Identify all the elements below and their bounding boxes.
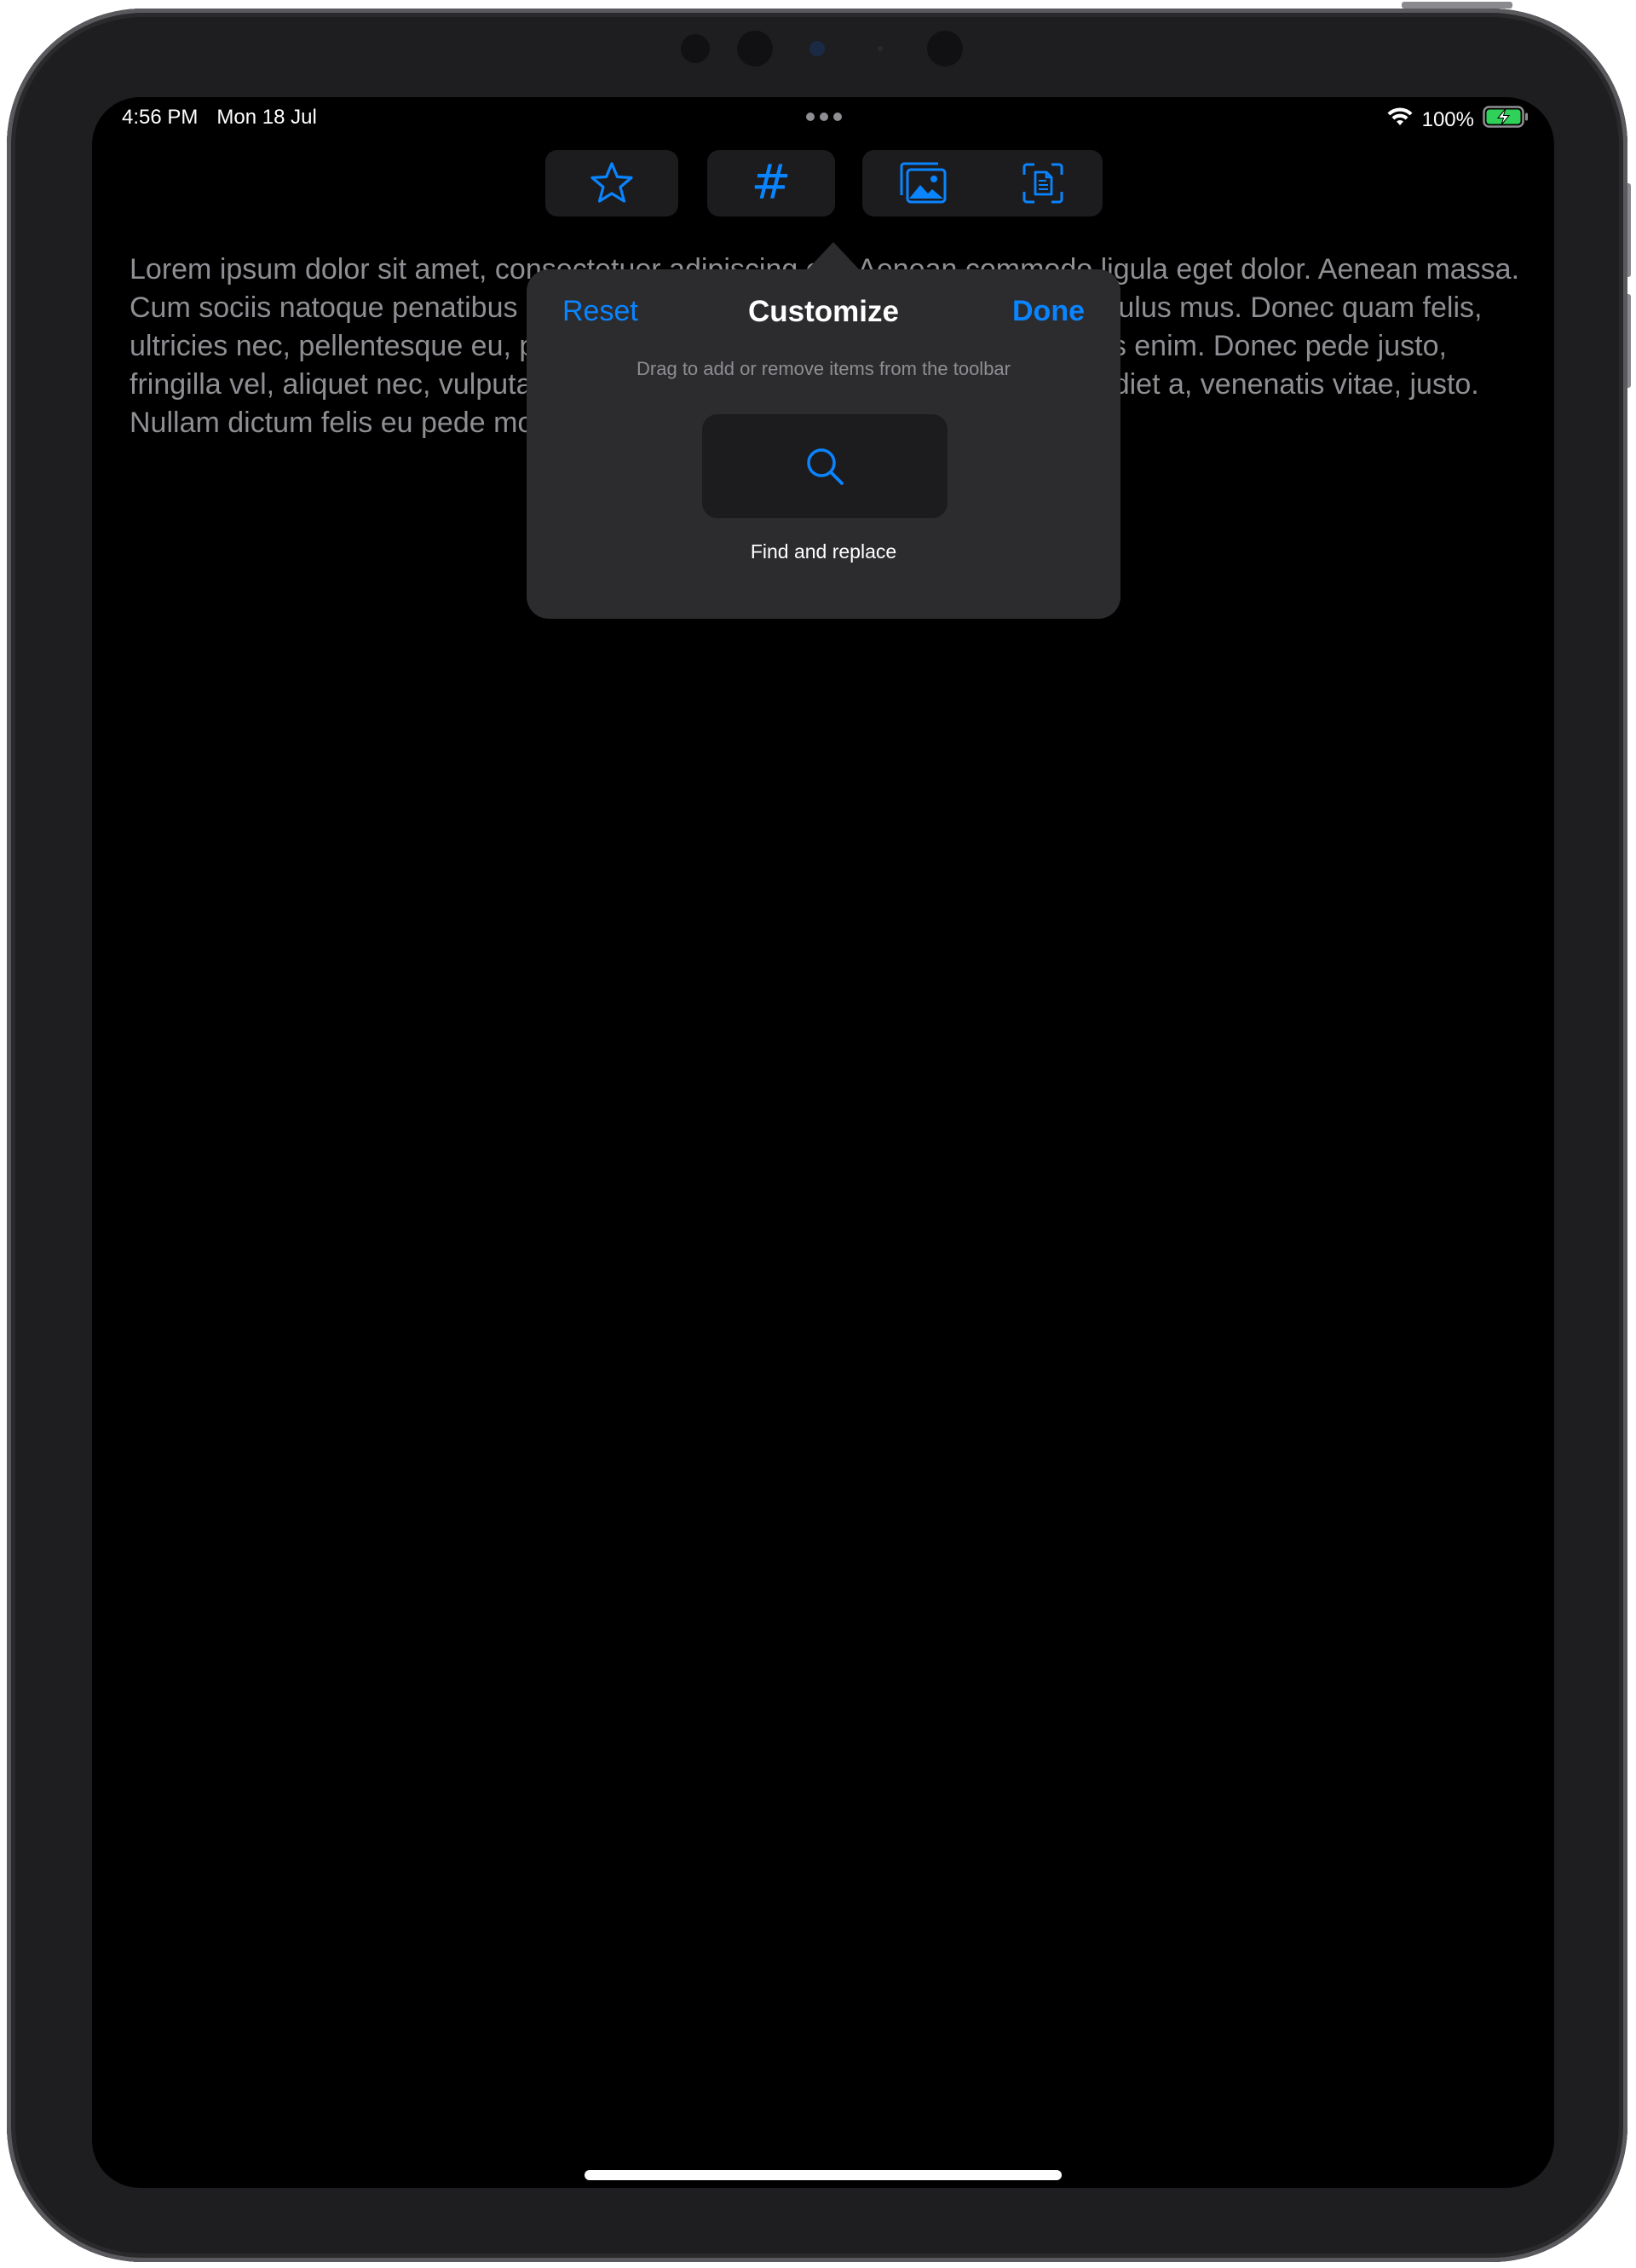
hashtag-icon: # <box>751 155 792 211</box>
battery-percent: 100% <box>1421 107 1474 131</box>
find-and-replace-tile[interactable] <box>702 414 948 518</box>
popover-hint: Drag to add or remove items from the too… <box>637 358 1011 379</box>
wifi-icon <box>1386 107 1414 133</box>
front-sensor <box>927 31 963 66</box>
status-date: Mon 18 Jul <box>216 106 317 129</box>
star-icon <box>590 162 633 203</box>
status-time: 4:56 PM <box>122 106 199 129</box>
front-camera <box>809 41 825 56</box>
status-bar-left: 4:56 PM Mon 18 Jul <box>122 106 317 130</box>
front-sensor <box>737 31 773 66</box>
toolbar-group-favorite <box>545 150 678 216</box>
popover-arrow <box>806 242 861 271</box>
multitasking-dots[interactable] <box>806 113 842 121</box>
customize-popover: Reset Customize Done Drag to add or remo… <box>527 269 1120 619</box>
document-scan-icon <box>1022 163 1063 204</box>
front-sensor <box>681 34 710 63</box>
ipad-frame: 4:56 PM Mon 18 Jul 100% # Lorem ipsum do… <box>7 9 1627 2262</box>
toolbar-group-tag: # <box>707 150 835 216</box>
status-bar-right: 100% <box>1386 106 1529 134</box>
dot <box>820 113 828 121</box>
tag-button[interactable]: # <box>737 153 805 213</box>
find-and-replace-label: Find and replace <box>750 540 897 563</box>
scan-document-button[interactable] <box>1009 153 1077 213</box>
insert-photo-button[interactable] <box>889 153 957 213</box>
home-indicator[interactable] <box>585 2170 1062 2180</box>
top-button <box>1402 2 1512 9</box>
done-button[interactable]: Done <box>1012 295 1085 328</box>
dot <box>833 113 842 121</box>
toolbar-group-media <box>862 150 1103 216</box>
screen: 4:56 PM Mon 18 Jul 100% # Lorem ipsum do… <box>92 97 1554 2188</box>
front-sensor <box>878 46 883 51</box>
search-icon <box>807 448 844 485</box>
battery-charging-icon <box>1483 106 1529 134</box>
favorite-button[interactable] <box>578 153 646 213</box>
photo-library-icon <box>900 162 946 204</box>
dot <box>806 113 815 121</box>
